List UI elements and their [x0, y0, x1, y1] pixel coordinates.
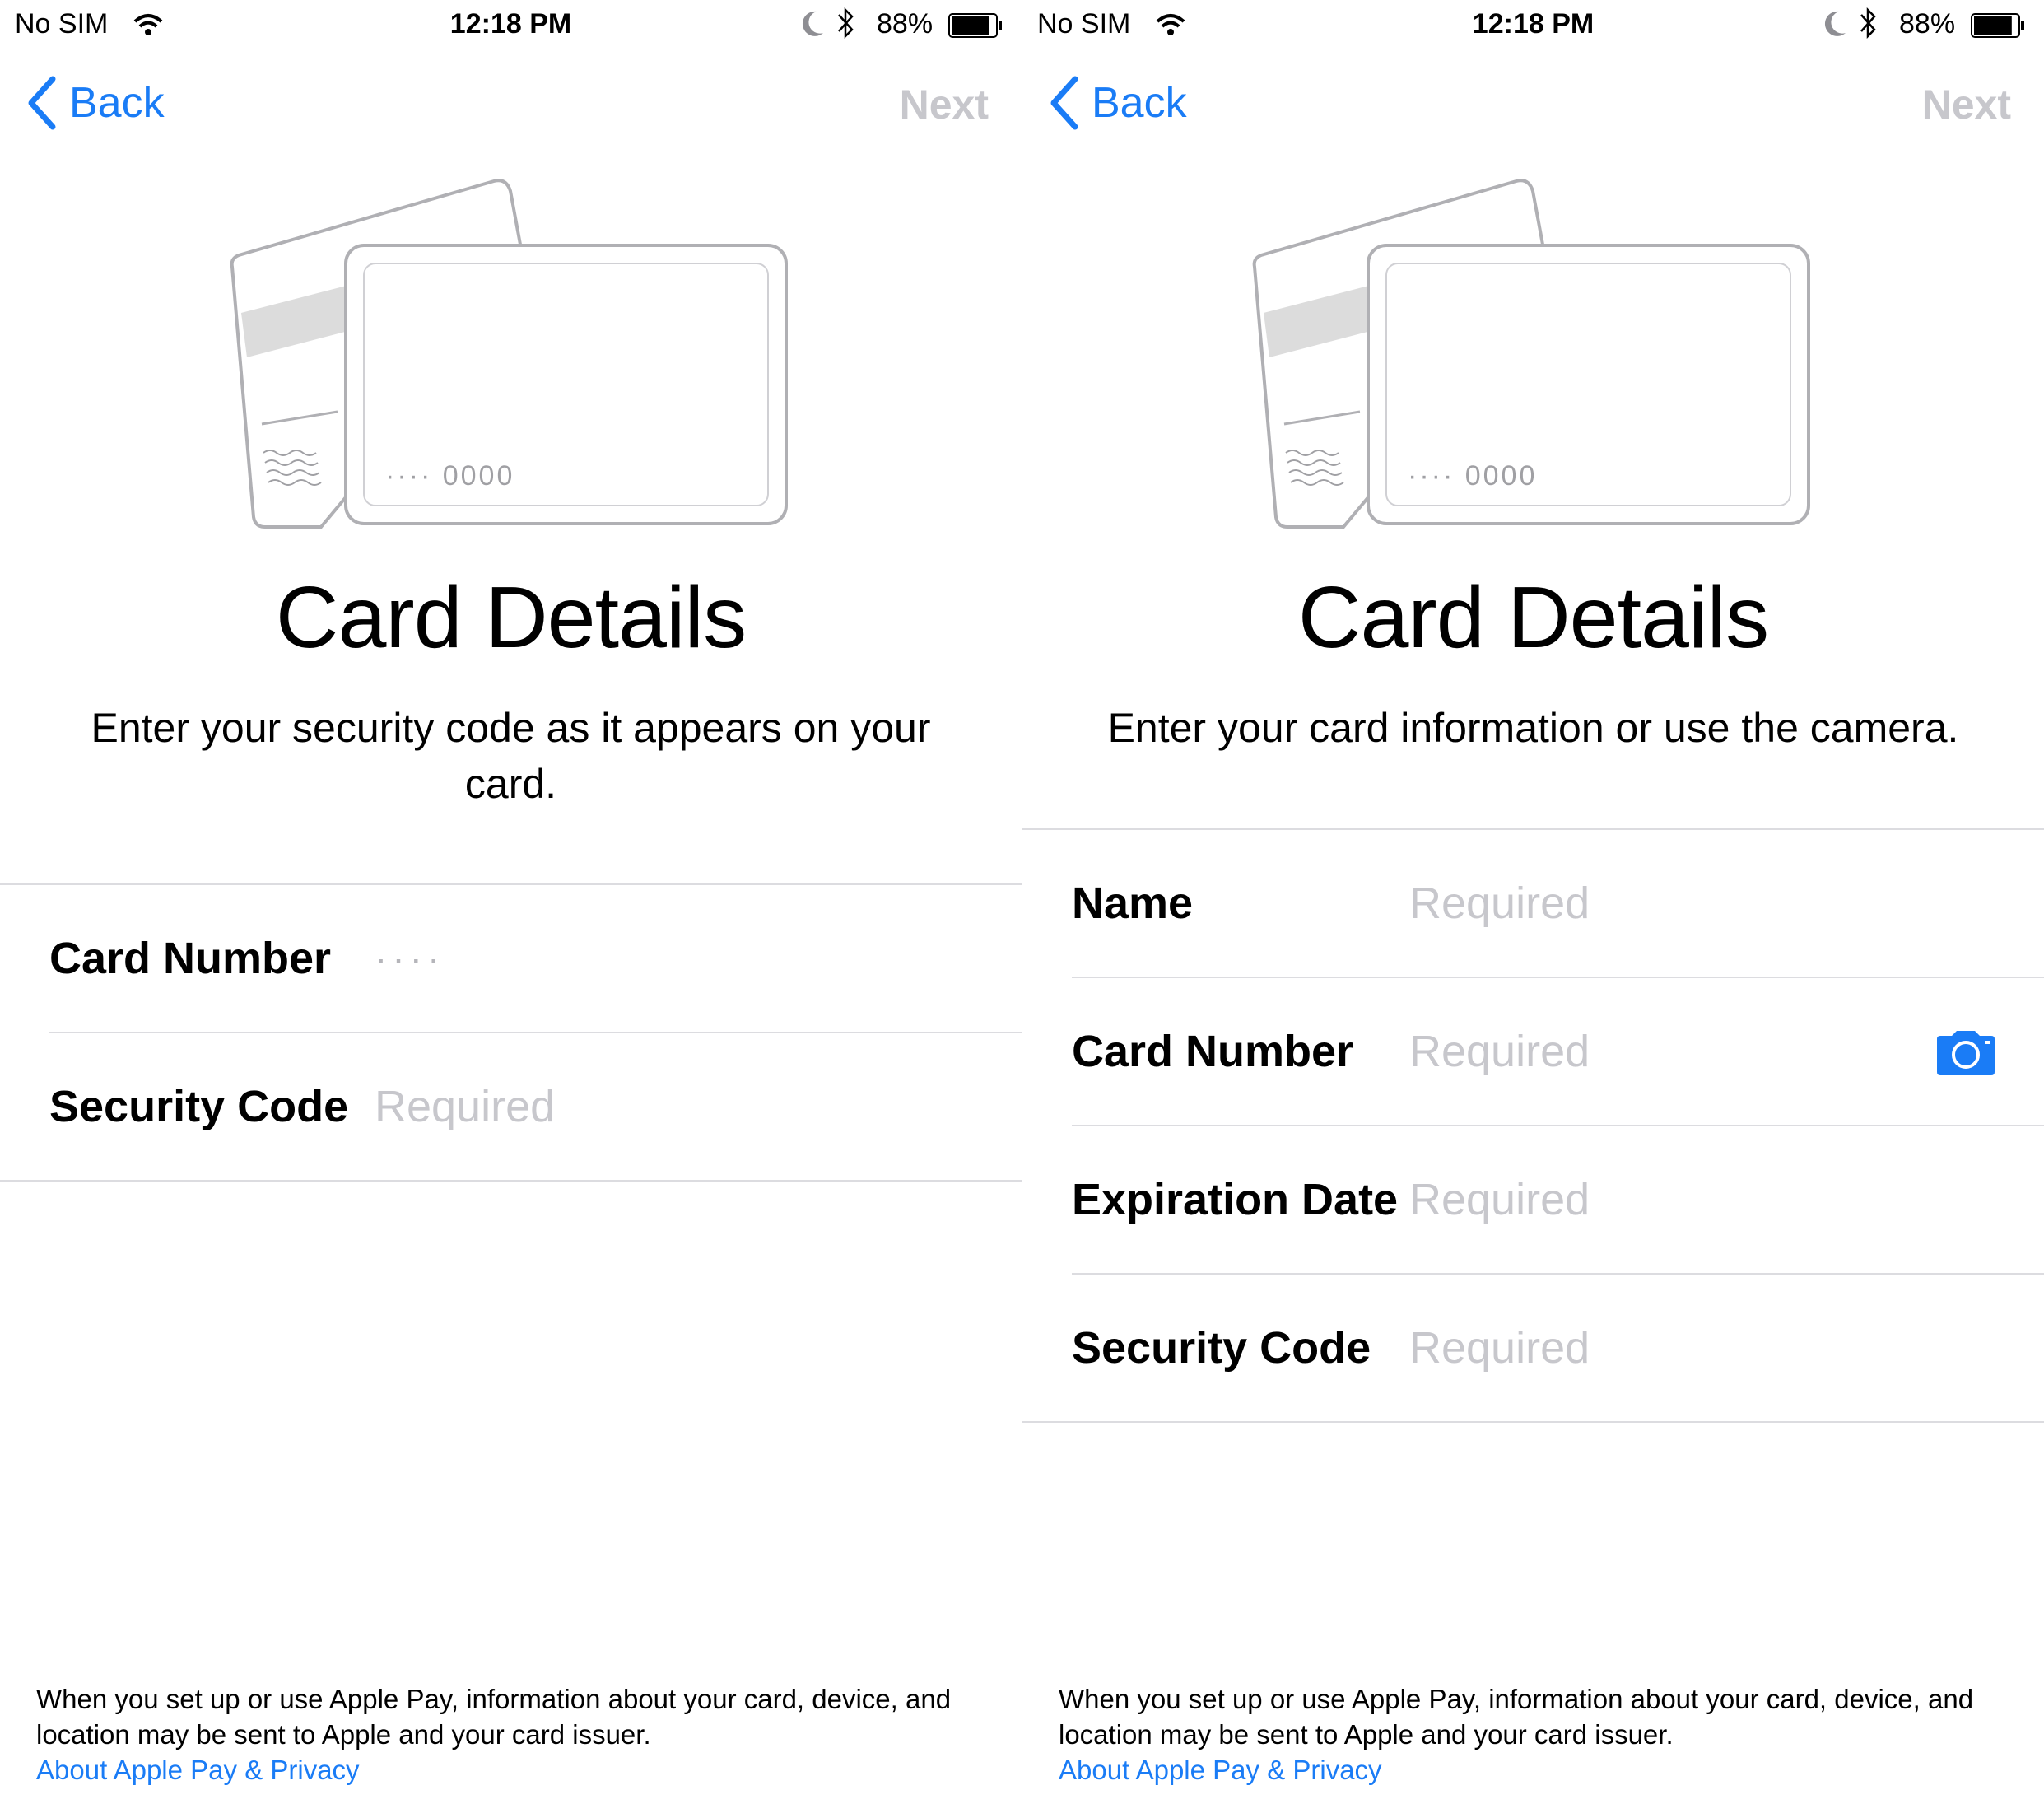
security-code-input[interactable]: Required	[1409, 1275, 1590, 1421]
field-label: Security Code	[1072, 1323, 1371, 1373]
status-bar: No SIM 12:18 PM 88%	[1022, 0, 2044, 49]
divider	[0, 1180, 1022, 1182]
field-label: Expiration Date	[1072, 1175, 1399, 1224]
screen-security-code: No SIM 12:18 PM 88% Back Next ···· 0000 …	[0, 0, 1022, 1818]
field-card-number[interactable]: Card Number ····	[0, 885, 1022, 1032]
clock: 12:18 PM	[1472, 8, 1595, 40]
security-code-input[interactable]: Required	[375, 1033, 555, 1180]
screen-card-information: No SIM 12:18 PM 88% Back Next ···· 0000 …	[1022, 0, 2044, 1818]
status-bar: No SIM 12:18 PM 88%	[0, 0, 1022, 49]
privacy-notice: When you set up or use Apple Pay, inform…	[36, 1684, 952, 1750]
page-subtitle: Enter your security code as it appears o…	[91, 705, 931, 807]
next-button[interactable]: Next	[900, 81, 989, 128]
battery-percent: 88%	[877, 8, 934, 40]
privacy-footer: When you set up or use Apple Pay, inform…	[1059, 1681, 2008, 1788]
camera-icon[interactable]	[1934, 1029, 1998, 1077]
card-masked-number: ···· 0000	[385, 460, 514, 492]
field-security-code[interactable]: Security Code Required	[1022, 1275, 2044, 1421]
field-security-code[interactable]: Security Code Required	[0, 1033, 1022, 1180]
bluetooth-icon	[838, 7, 854, 40]
page-subtitle: Enter your card information or use the c…	[1107, 705, 1959, 751]
back-button[interactable]: Back	[25, 74, 165, 132]
field-label: Security Code	[49, 1082, 349, 1131]
moon-icon	[1824, 11, 1846, 36]
battery-icon	[1971, 13, 2024, 38]
next-button[interactable]: Next	[1922, 81, 2011, 128]
field-label: Card Number	[1072, 1027, 1354, 1076]
field-label: Card Number	[49, 934, 332, 983]
battery-percent: 88%	[1899, 8, 1956, 40]
navigation-bar: Back Next	[1022, 49, 2044, 156]
privacy-link[interactable]: About Apple Pay & Privacy	[1059, 1752, 2008, 1788]
back-button[interactable]: Back	[1047, 74, 1187, 132]
card-front-icon: ···· 0000	[344, 244, 788, 525]
page-title: Card Details	[1297, 569, 1769, 666]
navigation-bar: Back Next	[0, 49, 1022, 156]
privacy-link[interactable]: About Apple Pay & Privacy	[36, 1752, 985, 1788]
field-name[interactable]: Name Required	[1022, 830, 2044, 977]
field-card-number[interactable]: Card Number Required	[1022, 978, 2044, 1125]
card-number-input[interactable]: Required	[1409, 978, 1590, 1125]
chevron-left-icon	[1050, 76, 1078, 130]
back-label: Back	[1092, 79, 1187, 127]
card-illustration: ···· 0000	[230, 179, 788, 529]
card-number-masked-value: ····	[375, 937, 445, 980]
page-title: Card Details	[275, 569, 747, 666]
expiration-date-input[interactable]: Required	[1409, 1126, 1590, 1273]
clock: 12:18 PM	[449, 8, 572, 40]
bluetooth-icon	[1860, 7, 1876, 40]
back-label: Back	[69, 79, 165, 127]
battery-icon	[948, 13, 1002, 38]
name-input[interactable]: Required	[1409, 830, 1590, 977]
field-label: Name	[1072, 879, 1194, 928]
card-masked-number: ···· 0000	[1408, 460, 1537, 492]
moon-icon	[802, 11, 823, 36]
card-illustration: ···· 0000	[1252, 179, 1810, 529]
card-front-icon: ···· 0000	[1367, 244, 1810, 525]
privacy-footer: When you set up or use Apple Pay, inform…	[36, 1681, 985, 1788]
field-expiration-date[interactable]: Expiration Date Required	[1022, 1126, 2044, 1273]
divider	[1022, 1421, 2044, 1423]
privacy-notice: When you set up or use Apple Pay, inform…	[1059, 1684, 1974, 1750]
chevron-left-icon	[28, 76, 56, 130]
